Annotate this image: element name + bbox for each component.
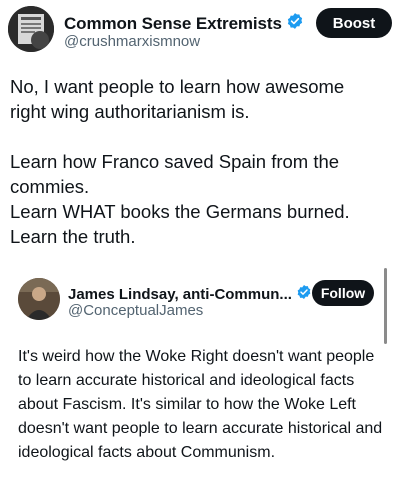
scrollbar[interactable]: [384, 268, 387, 344]
verified-badge-icon: [296, 284, 312, 304]
post-text-line: Learn the truth.: [10, 226, 136, 247]
post-view: Common Sense Extremists @crushmarxismnow…: [0, 0, 400, 494]
main-post-text: No, I want people to learn how awesome r…: [10, 74, 380, 249]
boost-button[interactable]: Boost: [316, 8, 392, 38]
quoted-author-handle[interactable]: @ConceptualJames: [68, 302, 203, 319]
quoted-avatar[interactable]: [18, 278, 60, 320]
follow-button[interactable]: Follow: [312, 280, 374, 306]
post-text-line: Learn how Franco saved Spain from the co…: [10, 151, 340, 197]
main-post-header: Common Sense Extremists @crushmarxismnow…: [8, 4, 392, 52]
author-name[interactable]: Common Sense Extremists: [64, 14, 282, 34]
verified-badge-icon: [286, 12, 304, 35]
post-text-line: Learn WHAT books the Germans burned.: [10, 201, 350, 222]
post-text-line: No, I want people to learn how awesome r…: [10, 76, 345, 122]
author-name-row[interactable]: Common Sense Extremists: [64, 12, 304, 35]
avatar[interactable]: [8, 6, 54, 52]
quoted-post-header: James Lindsay, anti-Commun... @Conceptua…: [18, 278, 378, 326]
quoted-author-name[interactable]: James Lindsay, anti-Commun...: [68, 286, 292, 303]
quoted-author-row[interactable]: James Lindsay, anti-Commun...: [68, 284, 312, 304]
author-handle[interactable]: @crushmarxismnow: [64, 33, 200, 50]
quoted-post-text: It's weird how the Woke Right doesn't wa…: [18, 348, 383, 461]
